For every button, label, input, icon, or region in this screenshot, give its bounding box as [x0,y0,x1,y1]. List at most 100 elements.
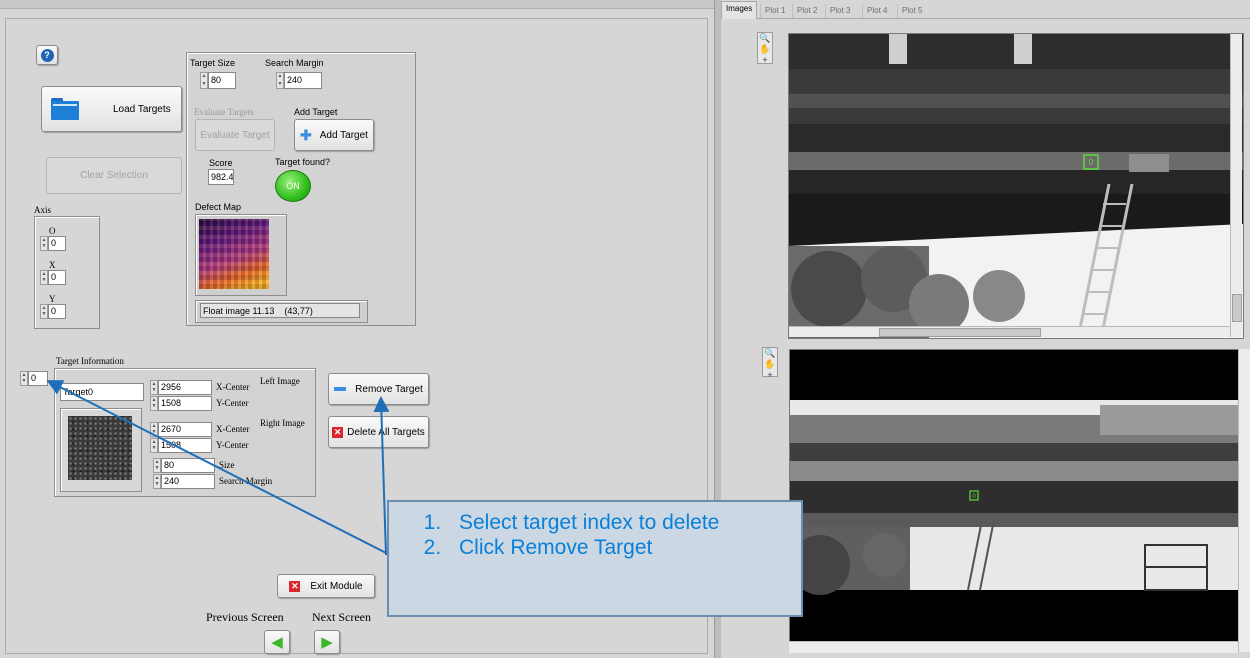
top-image-scene: 0 [789,34,1243,338]
left-x-center-label: X-Center [216,382,250,392]
axis-o-field[interactable]: ▲ ▼ 0 [40,236,66,251]
spinner[interactable]: ▲ ▼ [40,304,48,319]
exit-module-label: Exit Module [310,580,363,592]
callout-step-1: Select target index to delete [447,510,801,535]
tab-plot-5[interactable]: Plot 5 [897,4,926,18]
minus-icon [334,387,347,391]
defect-map-label: Defect Map [195,202,242,212]
axis-y-field[interactable]: ▲ ▼ 0 [40,304,66,319]
arrow-right-icon: ▶ [321,634,333,651]
next-screen-label: Next Screen [312,610,371,624]
target-size-field[interactable]: ▲ ▼ 80 [200,72,236,89]
folder-icon [51,98,79,120]
scroll-thumb[interactable] [879,328,1041,337]
tab-plot-2[interactable]: Plot 2 [792,4,821,18]
help-button[interactable]: ? [36,45,58,65]
right-y-center-field[interactable]: ▲ ▼ 1508 [150,438,212,453]
spinner[interactable]: ▲ ▼ [40,270,48,285]
defect-map-image [199,219,269,289]
callout-step-2: Click Remove Target [447,535,801,560]
left-image-label: Left Image [260,376,300,386]
zoom-icon[interactable]: 🔍 [759,33,770,44]
tab-plot-1[interactable]: Plot 1 [760,4,789,18]
pan-icon[interactable]: ✋ [759,44,770,55]
crosshair-icon[interactable]: + [767,370,772,381]
right-x-center-field[interactable]: ▲ ▼ 2670 [150,422,212,437]
search-margin-field[interactable]: ▲ ▼ 240 [276,72,322,89]
load-targets-button[interactable]: Load Targets [41,86,182,132]
right-image-label: Right Image [260,418,305,428]
target-info-title: Target Information [56,356,124,366]
plus-icon: ✚ [300,126,312,143]
right-y-center-label: Y-Center [216,440,249,450]
left-x-center-field[interactable]: ▲ ▼ 2956 [150,380,212,395]
add-target-label: Add Target [294,107,338,117]
float-image-status: Float image 11.13 (43,77) [200,303,360,318]
right-x-center-label: X-Center [216,424,250,434]
search-margin-label: Search Margin [265,58,324,68]
spinner[interactable]: ▲ ▼ [200,72,208,89]
exit-module-button[interactable]: ✕ Exit Module [277,574,375,598]
bottom-image-toolbar: 🔍 ✋ + [762,347,778,380]
target-name-field[interactable]: Target0 [60,383,144,401]
delete-all-targets-label: Delete All Targets [347,426,425,438]
zoom-icon[interactable]: 🔍 [764,348,775,359]
spinner[interactable]: ▲ ▼ [150,438,158,453]
tab-plot-4[interactable]: Plot 4 [862,4,891,18]
spinner[interactable]: ▲ ▼ [150,422,158,437]
previous-screen-button[interactable]: ◀ [264,630,290,654]
left-y-center-label: Y-Center [216,398,249,408]
exit-icon: ✕ [289,580,301,592]
axis-x-label: X [49,260,56,270]
target-index-field[interactable]: ▲ ▼ 0 [20,371,48,386]
remove-target-button[interactable]: Remove Target [328,373,429,405]
evaluate-targets-label: Evaluate Targets [194,107,254,117]
bottom-camera-image[interactable]: 0 [789,349,1240,643]
top-image-hscroll[interactable] [789,326,1230,337]
search-margin-info-field[interactable]: ▲ ▼ 240 [153,474,215,489]
help-icon: ? [40,48,54,62]
axis-o-label: O [49,226,56,236]
target-found-led: ON [275,170,311,202]
add-target-button-label: Add Target [319,129,368,141]
crosshair-icon[interactable]: + [762,55,767,66]
spinner[interactable]: ▲ ▼ [150,380,158,395]
target-marker-label: 0 [1089,158,1094,167]
tab-plot-3[interactable]: Plot 3 [825,4,854,18]
evaluate-target-button[interactable]: Evaluate Target [195,119,275,151]
remove-target-label: Remove Target [355,383,423,395]
top-image-vscroll[interactable] [1230,34,1242,337]
search-margin-info-label: Search Margin [219,476,273,486]
load-targets-label: Load Targets [113,103,171,115]
axis-y-label: Y [49,294,56,304]
pan-icon[interactable]: ✋ [764,359,775,370]
instruction-callout: Select target index to delete Click Remo… [387,500,803,617]
bottom-image-hscroll[interactable] [789,641,1238,653]
spinner[interactable]: ▲ ▼ [153,474,161,489]
top-camera-image[interactable]: 0 [788,33,1244,339]
spinner[interactable]: ▲ ▼ [153,458,161,473]
score-label: Score [209,158,233,168]
top-strip [0,0,714,9]
score-value: 982.43 [208,169,234,185]
bottom-image-vscroll[interactable] [1238,349,1250,652]
spinner[interactable]: ▲ ▼ [276,72,284,89]
delete-all-targets-button[interactable]: ✕ Delete All Targets [328,416,429,448]
left-y-center-field[interactable]: ▲ ▼ 1508 [150,396,212,411]
scroll-thumb[interactable] [1232,294,1242,322]
spinner[interactable]: ▲ ▼ [40,236,48,251]
size-field[interactable]: ▲ ▼ 80 [153,458,215,473]
delete-icon: ✕ [332,426,344,438]
spinner[interactable]: ▲ ▼ [20,371,28,386]
axis-title: Axis [34,205,52,215]
tab-images[interactable]: Images [721,1,758,19]
tab-bar: Images Plot 1 Plot 2 Plot 3 Plot 4 Plot … [721,0,1250,19]
clear-selection-button[interactable]: Clear Selection [46,157,182,194]
next-screen-button[interactable]: ▶ [314,630,340,654]
size-label: Size [219,460,235,470]
spinner[interactable]: ▲ ▼ [150,396,158,411]
target-found-label: Target found? [275,157,331,167]
target-size-label: Target Size [190,58,236,68]
axis-x-field[interactable]: ▲ ▼ 0 [40,270,66,285]
add-target-button[interactable]: ✚ Add Target [294,119,374,151]
